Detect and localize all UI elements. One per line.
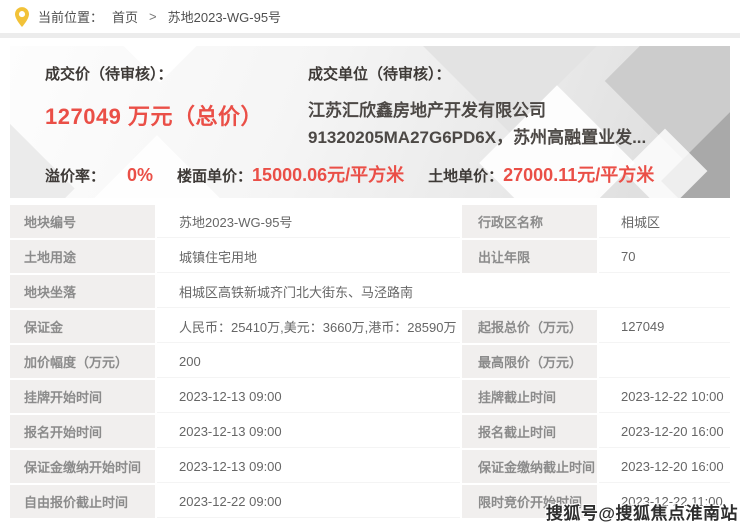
field-value: 127049 bbox=[599, 310, 730, 343]
field-value: 2023-12-22 09:00 bbox=[157, 485, 460, 518]
deal-price-label: 成交价（待审核）： bbox=[45, 63, 263, 84]
field-value: 2023-12-20 16:00 bbox=[599, 450, 730, 483]
parcel-info-table: 地块编号 苏地2023-WG-95号 行政区名称 相城区 土地用途 城镇住宅用地… bbox=[10, 205, 730, 518]
field-value: 2023-12-22 10:00 bbox=[599, 380, 730, 413]
field-label: 报名截止时间 bbox=[462, 415, 597, 448]
field-value: 相城区 bbox=[599, 205, 730, 238]
table-row: 加价幅度（万元） 200 最高限价（万元） bbox=[10, 345, 730, 378]
deal-unit-company-name: 江苏汇欣鑫房地产开发有限公司 bbox=[308, 97, 730, 124]
breadcrumb: 当前位置： 首页 > 苏地2023-WG-95号 bbox=[0, 0, 740, 38]
field-label: 行政区名称 bbox=[462, 205, 597, 238]
location-pin-icon bbox=[15, 7, 29, 27]
breadcrumb-current: 苏地2023-WG-95号 bbox=[168, 7, 281, 26]
table-row: 土地用途 城镇住宅用地 出让年限 70 bbox=[10, 240, 730, 273]
table-row: 地块编号 苏地2023-WG-95号 行政区名称 相城区 bbox=[10, 205, 730, 238]
field-value: 相城区高铁新城齐门北大街东、马泾路南 bbox=[157, 275, 730, 308]
field-value: 人民币：25410万,美元：3660万,港币：28590万 bbox=[157, 310, 460, 343]
deal-stats-row: 溢价率： 0% 楼面单价： 15000.06元/平方米 土地单价： 27000.… bbox=[45, 161, 654, 187]
field-label: 出让年限 bbox=[462, 240, 597, 273]
deal-unit-company-code: 91320205MA27G6PD6X，苏州高融置业发... bbox=[308, 124, 730, 151]
deal-price-value: 127049 万元（总价） bbox=[45, 99, 263, 131]
field-label: 保证金 bbox=[10, 310, 155, 343]
field-value: 城镇住宅用地 bbox=[157, 240, 460, 273]
field-label: 保证金缴纳开始时间 bbox=[10, 450, 155, 483]
field-label: 自由报价截止时间 bbox=[10, 485, 155, 518]
field-value: 苏地2023-WG-95号 bbox=[157, 205, 460, 238]
field-value: 200 bbox=[157, 345, 460, 378]
breadcrumb-prefix: 当前位置： bbox=[38, 7, 103, 26]
table-row: 地块坐落 相城区高铁新城齐门北大街东、马泾路南 bbox=[10, 275, 730, 308]
field-label: 地块编号 bbox=[10, 205, 155, 238]
field-label: 挂牌开始时间 bbox=[10, 380, 155, 413]
table-row: 挂牌开始时间 2023-12-13 09:00 挂牌截止时间 2023-12-2… bbox=[10, 380, 730, 413]
field-label: 保证金缴纳截止时间 bbox=[462, 450, 597, 483]
field-value: 2023-12-13 09:00 bbox=[157, 450, 460, 483]
table-row: 保证金缴纳开始时间 2023-12-13 09:00 保证金缴纳截止时间 202… bbox=[10, 450, 730, 483]
field-value: 2023-12-13 09:00 bbox=[157, 415, 460, 448]
field-label: 挂牌截止时间 bbox=[462, 380, 597, 413]
breadcrumb-separator: > bbox=[149, 9, 157, 24]
breadcrumb-home-link[interactable]: 首页 bbox=[112, 7, 138, 26]
field-label: 起报总价（万元） bbox=[462, 310, 597, 343]
table-row: 保证金 人民币：25410万,美元：3660万,港币：28590万 起报总价（万… bbox=[10, 310, 730, 343]
field-value: 2023-12-13 09:00 bbox=[157, 380, 460, 413]
deal-summary-panel: 成交价（待审核）： 127049 万元（总价） 成交单位（待审核）： 江苏汇欣鑫… bbox=[10, 46, 730, 198]
table-row: 报名开始时间 2023-12-13 09:00 报名截止时间 2023-12-2… bbox=[10, 415, 730, 448]
watermark: 搜狐号@搜狐焦点淮南站 bbox=[546, 499, 738, 524]
stat-premium-rate: 溢价率： 0% bbox=[45, 165, 153, 186]
field-label: 地块坐落 bbox=[10, 275, 155, 308]
field-label: 土地用途 bbox=[10, 240, 155, 273]
stat-floor-unit-price: 楼面单价： 15000.06元/平方米 bbox=[177, 161, 404, 187]
field-label: 最高限价（万元） bbox=[462, 345, 597, 378]
field-label: 报名开始时间 bbox=[10, 415, 155, 448]
field-value bbox=[599, 345, 730, 378]
deal-unit-label: 成交单位（待审核）： bbox=[308, 63, 730, 84]
stat-land-unit-price: 土地单价： 27000.11元/平方米 bbox=[428, 161, 654, 187]
field-value: 70 bbox=[599, 240, 730, 273]
field-label: 加价幅度（万元） bbox=[10, 345, 155, 378]
field-value: 2023-12-20 16:00 bbox=[599, 415, 730, 448]
